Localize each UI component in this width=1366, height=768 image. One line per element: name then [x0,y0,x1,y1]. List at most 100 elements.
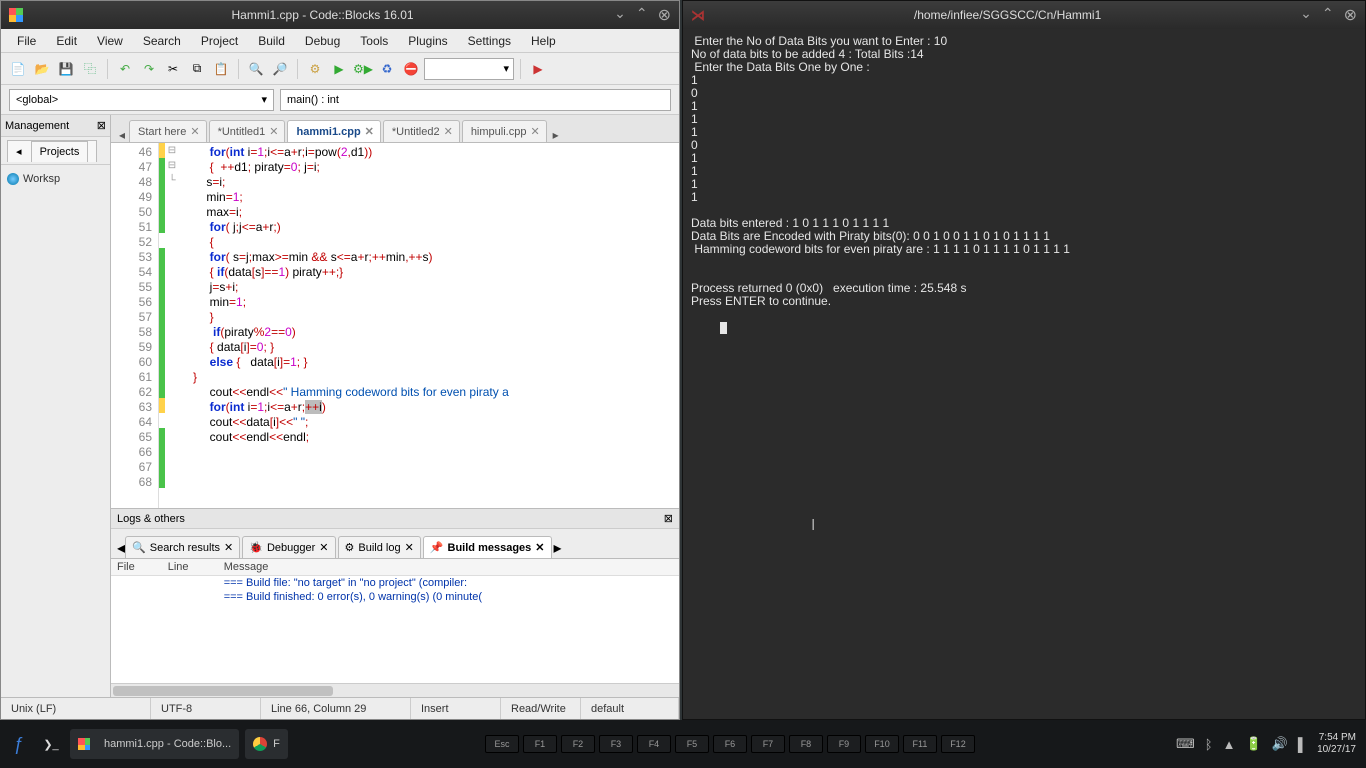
editor-tab[interactable]: *Untitled2✕ [383,120,460,142]
menu-edit[interactable]: Edit [46,31,87,51]
build-messages-table[interactable]: FileLineMessage=== Build file: "no targe… [111,559,679,683]
run-icon[interactable]: ▶ [328,58,350,80]
menu-file[interactable]: File [7,31,46,51]
menu-search[interactable]: Search [133,31,191,51]
menu-settings[interactable]: Settings [458,31,521,51]
battery-icon[interactable]: 🔋 [1245,736,1261,752]
fkey-f2[interactable]: F2 [561,735,595,753]
cb-titlebar[interactable]: Hammi1.cpp - Code::Blocks 16.01 ⌄ ⌃ ⊗ [1,1,679,29]
tab-close-icon[interactable]: ✕ [365,125,374,138]
term-minimize-icon[interactable]: ⌄ [1300,5,1312,25]
tab-scroll-right-icon[interactable]: ▸ [549,128,563,142]
menu-project[interactable]: Project [191,31,248,51]
code-editor[interactable]: 4647484950515253545556575859606162636465… [111,143,679,508]
undo-icon[interactable]: ↶ [114,58,136,80]
tab-scroll-left-icon[interactable]: ◂ [115,128,129,142]
wifi-icon[interactable]: ▲ [1223,737,1236,752]
editor-tab[interactable]: *Untitled1✕ [209,120,286,142]
rebuild-icon[interactable]: ♻ [376,58,398,80]
log-column-header[interactable]: Line [162,559,218,576]
open-file-icon[interactable]: 📂 [31,58,53,80]
log-column-header[interactable]: File [111,559,162,576]
fkey-f12[interactable]: F12 [941,735,975,753]
editor-hscrollbar[interactable] [111,683,679,697]
logs-title: Logs & others [117,513,185,525]
debug-start-icon[interactable]: ▶ [527,58,549,80]
scope-global-select[interactable]: <global>▾ [9,89,274,111]
fkey-f3[interactable]: F3 [599,735,633,753]
notification-icon[interactable]: ▌ [1298,737,1307,752]
menu-help[interactable]: Help [521,31,566,51]
fkey-esc[interactable]: Esc [485,735,519,753]
logtab-scroll-left-icon[interactable]: ◂ [117,538,125,558]
fkey-f8[interactable]: F8 [789,735,823,753]
editor-tab[interactable]: himpuli.cpp✕ [462,120,547,142]
menu-debug[interactable]: Debug [295,31,350,51]
bluetooth-icon[interactable]: ᛒ [1205,737,1213,752]
terminal-shortcut-icon[interactable]: ❯_ [38,731,64,757]
logs-close-icon[interactable]: ⊠ [664,512,673,525]
scope-function-select[interactable]: main() : int [280,89,671,111]
fkey-f1[interactable]: F1 [523,735,557,753]
save-all-icon[interactable]: ⿻ [79,58,101,80]
tab-close-icon[interactable]: ✕ [269,125,278,138]
log-column-header[interactable]: Message [218,559,679,576]
menu-plugins[interactable]: Plugins [398,31,457,51]
redo-icon[interactable]: ↷ [138,58,160,80]
abort-icon[interactable]: ⛔ [400,58,422,80]
logtab-close-icon[interactable]: ✕ [405,541,414,554]
menu-tools[interactable]: Tools [350,31,398,51]
editor-tab[interactable]: hammi1.cpp✕ [287,120,380,142]
log-row[interactable]: === Build file: "no target" in "no proje… [111,576,679,591]
fkey-f6[interactable]: F6 [713,735,747,753]
taskbar-item-codeblocks[interactable]: hammi1.cpp - Code::Blo... [70,729,239,759]
term-maximize-icon[interactable]: ⌃ [1322,5,1334,25]
menu-view[interactable]: View [87,31,133,51]
log-tab[interactable]: ⚙Build log✕ [338,536,421,558]
terminal-titlebar[interactable]: ⋊ /home/infiee/SGGSCC/Cn/Hammi1 ⌄ ⌃ ⊗ [683,1,1365,29]
replace-icon[interactable]: 🔎 [269,58,291,80]
activities-button[interactable]: ƒ [6,731,32,757]
new-file-icon[interactable]: 📄 [7,58,29,80]
clock[interactable]: 7:54 PM 10/27/17 [1317,732,1356,756]
build-target-select[interactable]: ▾ [424,58,514,80]
maximize-icon[interactable]: ⌃ [636,5,648,25]
build-run-icon[interactable]: ⚙▶ [352,58,374,80]
cut-icon[interactable]: ✂ [162,58,184,80]
fkey-f4[interactable]: F4 [637,735,671,753]
logtab-close-icon[interactable]: ✕ [224,541,233,554]
logtab-close-icon[interactable]: ✕ [319,541,328,554]
log-tab[interactable]: 🔍Search results✕ [125,536,240,558]
tab-projects[interactable]: ◂ Projects [7,140,97,162]
editor-tab[interactable]: Start here✕ [129,120,207,142]
tab-close-icon[interactable]: ✕ [530,125,539,138]
paste-icon[interactable]: 📋 [210,58,232,80]
menu-build[interactable]: Build [248,31,295,51]
log-row[interactable]: === Build finished: 0 error(s), 0 warnin… [111,590,679,604]
fkey-f7[interactable]: F7 [751,735,785,753]
fkey-f9[interactable]: F9 [827,735,861,753]
keyboard-icon[interactable]: ⌨ [1176,736,1195,752]
save-icon[interactable]: 💾 [55,58,77,80]
fkey-f11[interactable]: F11 [903,735,937,753]
fkey-f5[interactable]: F5 [675,735,709,753]
panel-close-icon[interactable]: ⊠ [97,119,106,132]
volume-icon[interactable]: 🔊 [1272,736,1288,752]
find-icon[interactable]: 🔍 [245,58,267,80]
log-tab[interactable]: 🐞Debugger✕ [242,536,335,558]
close-icon[interactable]: ⊗ [658,5,671,25]
term-close-icon[interactable]: ⊗ [1344,5,1357,25]
terminal-body[interactable]: Enter the No of Data Bits you want to En… [683,29,1365,719]
build-icon[interactable]: ⚙ [304,58,326,80]
fkey-f10[interactable]: F10 [865,735,899,753]
status-profile: default [581,698,679,719]
copy-icon[interactable]: ⧉ [186,58,208,80]
taskbar-item-chrome[interactable]: F [245,729,288,759]
logtab-scroll-right-icon[interactable]: ▸ [554,538,562,558]
minimize-icon[interactable]: ⌄ [614,5,626,25]
tab-close-icon[interactable]: ✕ [190,125,199,138]
tab-close-icon[interactable]: ✕ [444,125,453,138]
logtab-close-icon[interactable]: ✕ [535,541,544,554]
log-tab[interactable]: 📌Build messages✕ [423,536,552,558]
workspace-item[interactable]: Worksp [5,171,106,187]
